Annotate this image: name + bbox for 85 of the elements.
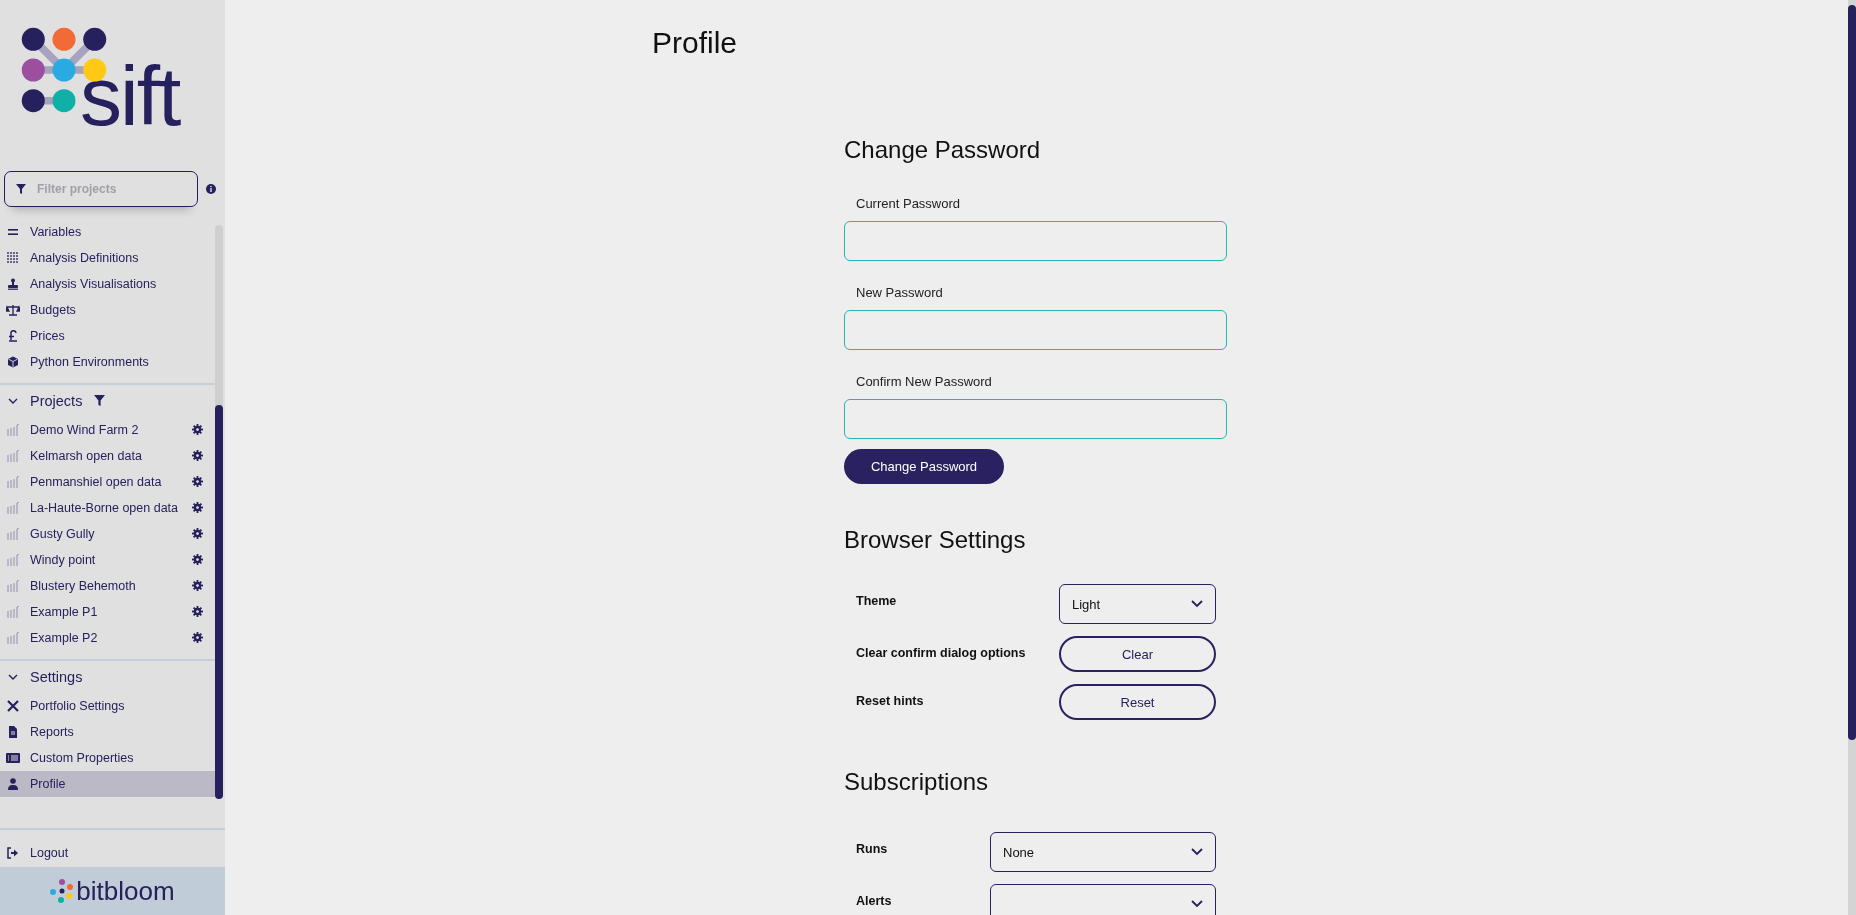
settings-icon[interactable] [192, 424, 203, 436]
logo-wordmark: sift [80, 59, 180, 135]
settings-icon[interactable] [192, 606, 203, 618]
project-item[interactable]: Example P2 [0, 624, 215, 651]
wind-turbines-icon [6, 579, 20, 592]
setting-button[interactable]: Clear [1059, 636, 1216, 672]
setting-label: Clear confirm dialog options [856, 646, 1026, 660]
project-item[interactable]: Windy point [0, 546, 215, 573]
field-label: Current Password [856, 196, 962, 211]
wind-turbines-icon [6, 605, 20, 618]
cube-icon [6, 355, 20, 368]
password-field[interactable] [844, 399, 1227, 439]
subscription-dropdown[interactable]: None [990, 832, 1216, 872]
settings-icon[interactable] [192, 632, 203, 644]
flower-logo-icon [50, 879, 75, 904]
chevron-icon [1191, 848, 1203, 856]
wind-turbines-icon [6, 423, 20, 436]
scrollbar[interactable] [215, 224, 223, 799]
info-icon[interactable] [206, 183, 216, 194]
settings-icon[interactable] [192, 502, 203, 514]
setting-button[interactable]: Reset [1059, 684, 1216, 720]
scrollbar-thumb[interactable] [1848, 5, 1856, 740]
setting-label: Theme [856, 594, 897, 608]
settings-icon[interactable] [192, 476, 203, 488]
filter-icon [16, 183, 26, 194]
filter-field[interactable]: Filter projects [4, 170, 198, 207]
settings-item[interactable]: Custom Properties [0, 744, 215, 771]
file-icon [6, 725, 20, 738]
user-icon [6, 777, 20, 790]
logout-item[interactable]: Logout [0, 839, 225, 868]
chevron-icon [1191, 600, 1203, 608]
project-item[interactable]: Blustery Behemoth [0, 572, 215, 599]
wind-turbines-icon [6, 449, 20, 462]
nav-item[interactable]: Analysis Visualisations [0, 270, 215, 297]
settings-item[interactable]: Portfolio Settings [0, 692, 215, 719]
wind-turbines-icon [6, 553, 20, 566]
project-item[interactable]: Example P1 [0, 598, 215, 625]
stamp-icon [6, 277, 20, 290]
settings-icon[interactable] [192, 554, 203, 566]
settings-icon[interactable] [192, 450, 203, 462]
nav-item[interactable]: Python Environments [0, 348, 215, 375]
wind-turbines-icon [6, 527, 20, 540]
project-item[interactable]: Demo Wind Farm 2 [0, 416, 215, 443]
subscription-dropdown[interactable] [990, 884, 1216, 915]
section-heading: Subscriptions [844, 768, 990, 796]
change-password-button[interactable]: Change Password [844, 449, 1004, 484]
section-heading: Change Password [844, 136, 1042, 164]
wind-turbines-icon [6, 475, 20, 488]
setting-label: Alerts [856, 894, 892, 908]
password-field[interactable] [844, 310, 1227, 350]
project-item[interactable]: Penmanshiel open data [0, 468, 215, 495]
settings-item[interactable]: Reports [0, 718, 215, 745]
settings-item[interactable]: Profile [0, 770, 215, 797]
field-label: Confirm New Password [856, 374, 993, 389]
projects-section-header[interactable]: Projects [0, 384, 215, 417]
scrollbar-thumb[interactable] [215, 404, 223, 799]
project-item[interactable]: La-Haute-Borne open data [0, 494, 215, 521]
scrollbar[interactable] [1848, 0, 1856, 915]
chevron-icon [1191, 900, 1203, 908]
scales-icon [6, 303, 20, 316]
settings-section-header[interactable]: Settings [0, 660, 215, 693]
grid-icon [6, 251, 20, 264]
brand-wordmark: bitbloom [76, 875, 175, 907]
nav-item[interactable]: Budgets [0, 296, 215, 323]
list-icon [6, 751, 20, 764]
filter-icon[interactable] [94, 395, 106, 407]
pound-icon [6, 329, 20, 342]
setting-label: Reset hints [856, 694, 924, 708]
page-title: Profile [652, 26, 739, 60]
nav-item[interactable]: Analysis Definitions [0, 244, 215, 271]
project-item[interactable]: Kelmarsh open data [0, 442, 215, 469]
wind-turbines-icon [6, 631, 20, 644]
password-field[interactable] [844, 221, 1227, 261]
setting-label: Runs [856, 842, 888, 856]
nav-item[interactable]: Prices [0, 322, 215, 349]
section-heading: Browser Settings [844, 526, 1027, 554]
tools-icon [6, 699, 20, 712]
nav-item[interactable]: Variables [0, 218, 215, 245]
field-label: New Password [856, 285, 944, 300]
wind-turbines-icon [6, 501, 20, 514]
theme-dropdown[interactable]: Light [1059, 584, 1216, 624]
logout-icon [6, 847, 20, 860]
settings-icon[interactable] [192, 580, 203, 592]
project-item[interactable]: Gusty Gully [0, 520, 215, 547]
settings-icon[interactable] [192, 528, 203, 540]
